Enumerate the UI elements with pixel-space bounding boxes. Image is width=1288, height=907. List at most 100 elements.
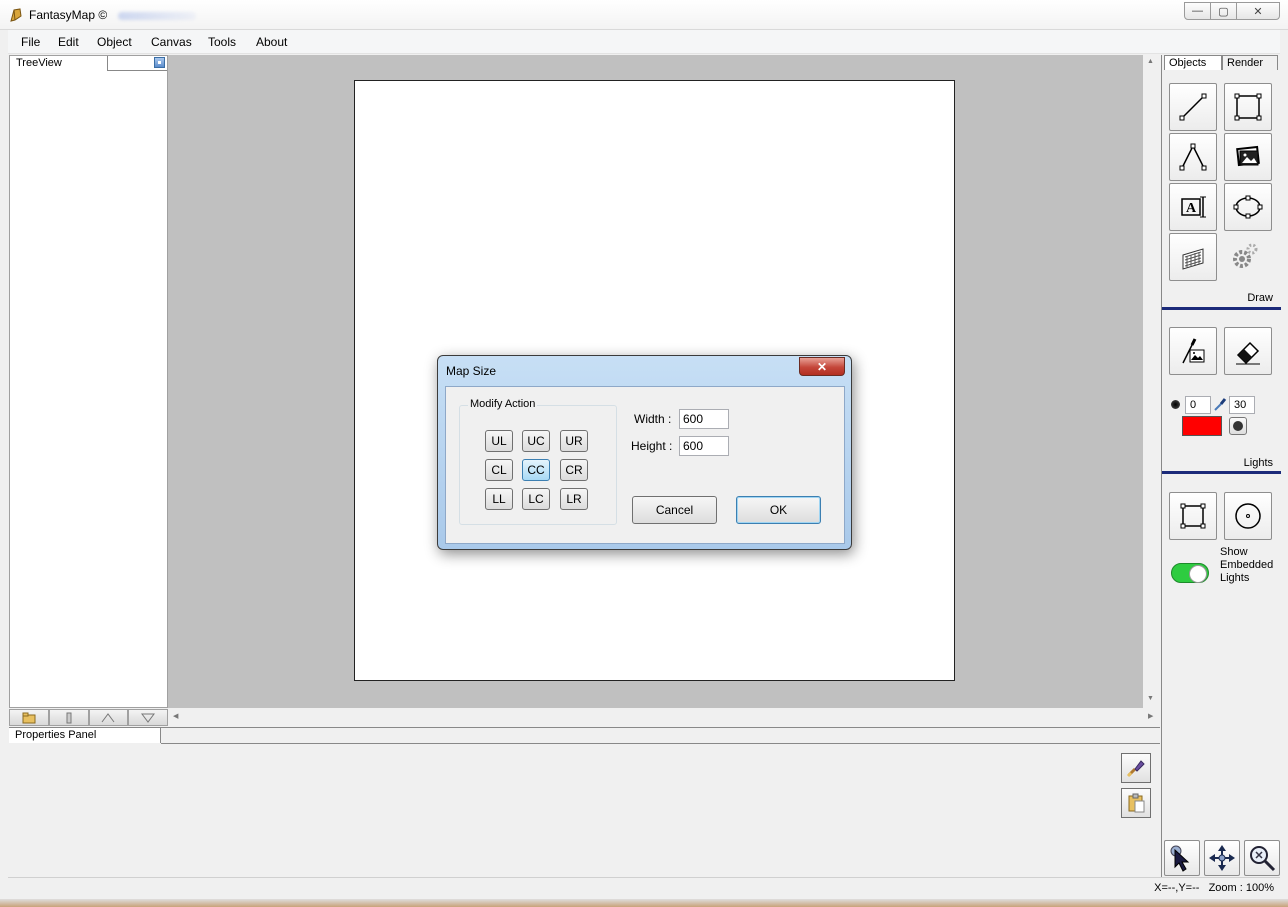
color-dot-icon <box>1233 421 1243 431</box>
anchor-uc-button[interactable]: UC <box>522 430 550 452</box>
gears-icon[interactable] <box>1228 241 1262 271</box>
polyline-tool-button[interactable] <box>1169 133 1217 181</box>
anchor-cc-button[interactable]: CC <box>522 459 550 481</box>
show-embedded-lights-toggle[interactable] <box>1171 563 1209 583</box>
tab-divider <box>161 743 1160 744</box>
line-icon <box>1179 93 1207 121</box>
circle-icon <box>1235 503 1261 529</box>
scroll-down-icon[interactable]: ▼ <box>1147 695 1154 702</box>
app-icon <box>10 8 22 22</box>
horizontal-scrollbar[interactable]: ◀ ▶ <box>168 708 1160 726</box>
cancel-button[interactable]: Cancel <box>632 496 717 524</box>
show-embedded-lights-label: Show Embedded Lights <box>1220 546 1274 584</box>
svg-text:A: A <box>1186 201 1197 216</box>
anchor-ll-button[interactable]: LL <box>485 488 513 510</box>
select-pointer-button[interactable] <box>1164 840 1200 876</box>
menu-tools[interactable]: Tools <box>208 35 236 49</box>
color-picker-button[interactable] <box>1229 417 1247 435</box>
ellipse-tool-button[interactable] <box>1224 183 1272 231</box>
folder-button[interactable] <box>9 709 49 726</box>
zoom-button[interactable] <box>1244 840 1280 876</box>
light-color-swatch[interactable] <box>1182 416 1222 436</box>
anchor-lr-button[interactable]: LR <box>560 488 588 510</box>
pattern-tool-button[interactable] <box>1169 233 1217 281</box>
menu-about[interactable]: About <box>256 35 287 49</box>
treeview-panel[interactable]: TreeView <box>9 55 168 708</box>
menu-file[interactable]: File <box>21 35 40 49</box>
map-size-dialog: Map Size ✕ Modify Action UL UC UR CL CC … <box>437 355 852 550</box>
line-tool-button[interactable] <box>1169 83 1217 131</box>
rectangle-tool-button[interactable] <box>1224 83 1272 131</box>
pan-button[interactable] <box>1204 840 1240 876</box>
coords-readout: X=--,Y=-- <box>1154 882 1200 894</box>
pin-icon[interactable] <box>154 57 165 68</box>
vertical-scrollbar[interactable]: ▲ ▼ <box>1143 55 1160 708</box>
column-icon <box>66 712 72 723</box>
window-bottom-border <box>0 899 1288 907</box>
rectangle-icon <box>1234 93 1262 121</box>
zoom-readout: Zoom : 100% <box>1208 882 1274 894</box>
title-bar: FantasyMap © — ▢ ✕ <box>0 0 1288 30</box>
menu-edit[interactable]: Edit <box>58 35 79 49</box>
scroll-right-icon[interactable]: ▶ <box>1148 712 1153 720</box>
section-divider <box>1162 307 1281 310</box>
ok-button[interactable]: OK <box>736 496 821 524</box>
selection-rect-button[interactable] <box>1169 492 1217 540</box>
dialog-close-button[interactable]: ✕ <box>799 357 845 376</box>
circle-light-button[interactable] <box>1224 492 1272 540</box>
move-up-button[interactable] <box>88 709 129 726</box>
right-tool-panel: Objects Render A Draw 0 30 Lights Show E… <box>1161 55 1281 877</box>
brush-icon <box>1126 760 1145 778</box>
text-icon: A <box>1181 196 1206 218</box>
properties-tab[interactable]: Properties Panel <box>9 728 161 743</box>
anchor-lc-button[interactable]: LC <box>522 488 550 510</box>
scroll-left-icon[interactable]: ◀ <box>173 712 178 720</box>
anchor-cr-button[interactable]: CR <box>560 459 588 481</box>
dialog-title: Map Size <box>446 364 497 378</box>
width-input[interactable]: 600 <box>679 409 729 429</box>
paste-button[interactable] <box>1121 788 1151 818</box>
brush-size-input[interactable]: 0 <box>1185 396 1211 414</box>
treeview-toolbar <box>9 709 168 727</box>
brush-size-icon <box>1171 400 1180 409</box>
move-up-icon <box>101 712 115 722</box>
anchor-ul-button[interactable]: UL <box>485 430 513 452</box>
text-tool-button[interactable]: A <box>1169 183 1217 231</box>
treeview-tab[interactable]: TreeView <box>10 56 108 71</box>
move-down-icon <box>141 713 156 723</box>
selection-rect-icon <box>1180 503 1206 529</box>
polyline-icon <box>1179 143 1207 171</box>
height-input[interactable]: 600 <box>679 436 729 456</box>
tab-objects[interactable]: Objects <box>1164 55 1222 70</box>
anchor-cl-button[interactable]: CL <box>485 459 513 481</box>
minimize-button[interactable]: — <box>1184 2 1211 20</box>
pattern-icon <box>1182 248 1204 270</box>
pan-icon <box>1209 845 1235 871</box>
status-readout: X=--,Y=-- Zoom : 100% <box>1154 882 1274 894</box>
paint-image-icon <box>1182 338 1205 364</box>
lights-section-label: Lights <box>1243 457 1273 469</box>
maximize-button[interactable]: ▢ <box>1210 2 1237 20</box>
brush-button[interactable] <box>1121 753 1151 783</box>
eraser-button[interactable] <box>1224 327 1272 375</box>
eraser-icon <box>1236 341 1260 365</box>
zoom-icon <box>1250 846 1276 872</box>
paint-light-button[interactable] <box>1169 327 1217 375</box>
anchor-ur-button[interactable]: UR <box>560 430 588 452</box>
column-button[interactable] <box>48 709 89 726</box>
folder-icon <box>22 712 36 723</box>
draw-section-label: Draw <box>1247 292 1273 304</box>
modify-action-title: Modify Action <box>468 398 538 410</box>
menu-canvas[interactable]: Canvas <box>151 35 192 49</box>
menu-object[interactable]: Object <box>97 35 132 49</box>
image-tool-button[interactable] <box>1224 133 1272 181</box>
scroll-up-icon[interactable]: ▲ <box>1147 58 1154 65</box>
modify-action-group: Modify Action UL UC UR CL CC CR LL LC LR <box>459 398 617 525</box>
width-label: Width : <box>634 412 672 426</box>
close-window-button[interactable]: ✕ <box>1236 2 1280 20</box>
window-title: FantasyMap © <box>29 8 108 22</box>
move-down-button[interactable] <box>128 709 168 726</box>
properties-panel: Properties Panel <box>9 727 1160 877</box>
tab-render[interactable]: Render <box>1222 55 1278 70</box>
brush-radius-input[interactable]: 30 <box>1229 396 1255 414</box>
